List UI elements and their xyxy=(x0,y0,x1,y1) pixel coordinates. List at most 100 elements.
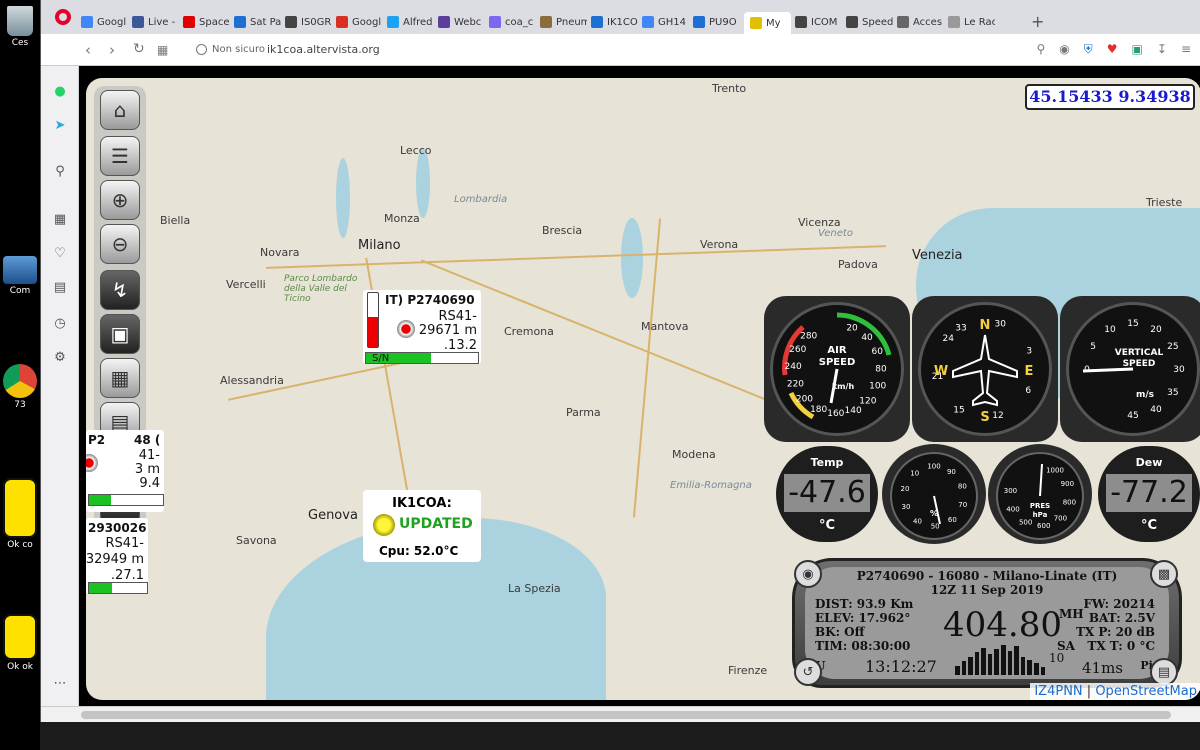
speed-dial-icon[interactable]: ▦ xyxy=(51,212,69,230)
heart-icon[interactable]: ♥ xyxy=(1107,42,1118,57)
balloon-marker-left1[interactable]: P2 48 ( 41- 3 m 9.4 xyxy=(86,430,164,512)
tab-7[interactable]: Webc xyxy=(438,12,485,32)
profile-button[interactable]: ▣ xyxy=(100,314,140,354)
home-button[interactable]: ⌂ xyxy=(100,90,140,130)
station-status-box[interactable]: IK1COA: UPDATED Cpu: 52.0°C xyxy=(363,490,481,562)
balloon-marker-left2[interactable]: 2930026 RS41- 32949 m .27.1 xyxy=(86,518,148,594)
desktop-item-chrome[interactable]: 73 xyxy=(2,364,38,410)
airspeed-tick: 40 xyxy=(861,333,873,343)
humidity-tick: 70 xyxy=(958,501,967,509)
tab-10[interactable]: IK1CO xyxy=(591,12,638,32)
tab-14[interactable]: ICOM xyxy=(795,12,842,32)
tab-12[interactable]: PU9O xyxy=(693,12,740,32)
menu-icon[interactable]: ≡ xyxy=(1181,42,1191,57)
tab-favicon-icon xyxy=(948,16,960,28)
map[interactable]: Trento Lecco Biella Monza Milano Novara … xyxy=(86,78,1200,700)
lake-garda xyxy=(621,218,643,298)
tab-label: GH14 xyxy=(658,16,686,28)
extension-icon[interactable]: ▣ xyxy=(1132,42,1143,57)
bookmarks-icon[interactable]: ♡ xyxy=(51,246,69,264)
heading-tick: 30 xyxy=(995,319,1007,329)
tab-3[interactable]: Sat Pa xyxy=(234,12,281,32)
locate-button[interactable]: ◉ xyxy=(794,560,822,588)
tab-8[interactable]: coa_c xyxy=(489,12,536,32)
reload-icon[interactable]: ↻ xyxy=(133,41,145,57)
history-icon[interactable]: ◷ xyxy=(51,316,69,334)
tab-label: Webc xyxy=(454,16,482,28)
tab-favicon-icon xyxy=(183,16,195,28)
tab-0[interactable]: Googl xyxy=(81,12,128,32)
settings-icon[interactable]: ⚙ xyxy=(51,350,69,368)
camera-icon[interactable]: ◉ xyxy=(1059,42,1069,57)
desktop-item-recycle-bin[interactable]: Ces xyxy=(2,6,38,48)
desktop-item-computer[interactable]: Com xyxy=(2,256,38,296)
tab-16[interactable]: Acces xyxy=(897,12,944,32)
logout-button[interactable]: ↺ xyxy=(794,658,822,686)
tab-favicon-icon xyxy=(234,16,246,28)
tab-5[interactable]: Googl xyxy=(336,12,383,32)
chart-button[interactable]: ▩ xyxy=(1150,560,1178,588)
airspeed-tick: 100 xyxy=(869,382,886,392)
telegram-icon[interactable]: ➤ xyxy=(51,118,69,136)
vspeed-label: VERTICAL xyxy=(1115,348,1164,358)
elevation-value: ELEV: 17.962° xyxy=(815,611,911,625)
scrollbar-thumb[interactable] xyxy=(81,711,1171,719)
tab-label: PU9O xyxy=(709,16,737,28)
airspeed-dial-svg: 2040 60 80 100 120140160180200 220 240 260 280 AI… xyxy=(782,312,892,420)
desktop-item-label: Ok co xyxy=(7,540,33,550)
attribution-source[interactable]: OpenStreetMap xyxy=(1095,684,1197,699)
download-icon[interactable]: ↧ xyxy=(1157,42,1167,57)
pressure-label: PRES xyxy=(1030,502,1050,510)
tab-1[interactable]: Live - xyxy=(132,12,179,32)
search-icon[interactable]: ⚲ xyxy=(51,164,69,182)
layers-button[interactable]: ☰ xyxy=(100,136,140,176)
tab-favicon-icon xyxy=(750,17,762,29)
airspeed-gauge: 20 40 60 80 100 120 140 160 180 200 220 240 260 280 AI… xyxy=(764,296,910,442)
route-button[interactable]: ↯ xyxy=(100,270,140,310)
tab-label: coa_c xyxy=(505,16,534,28)
tx-temp-value: TX T: 0 °C xyxy=(1087,639,1155,653)
zoom-icon[interactable]: ⚲ xyxy=(1036,42,1045,57)
tab-15[interactable]: Speed xyxy=(846,12,893,32)
tab-favicon-icon xyxy=(846,16,858,28)
document-button[interactable]: ▤ xyxy=(1150,658,1178,686)
thumbs-up-icon xyxy=(3,478,37,538)
whatsapp-icon[interactable]: ● xyxy=(51,84,69,102)
city-label: Savona xyxy=(236,534,277,547)
opera-logo-icon[interactable] xyxy=(55,9,71,25)
news-icon[interactable]: ▤ xyxy=(51,280,69,298)
attribution-separator: | xyxy=(1086,684,1092,699)
heading-dial: 33 30 3 6 12 15 21 24 N E S W xyxy=(918,302,1052,436)
vspeed-tick: 15 xyxy=(1127,319,1138,329)
zoom-in-button[interactable]: ⊕ xyxy=(100,180,140,220)
horizontal-scrollbar[interactable] xyxy=(41,706,1200,722)
airspeed-tick: 140 xyxy=(845,406,862,416)
url-field[interactable]: ik1coa.altervista.org xyxy=(267,43,380,56)
signal-bar xyxy=(968,657,973,675)
speed-dial-icon[interactable]: ▦ xyxy=(157,43,168,57)
pressure-tick: 300 xyxy=(1004,487,1017,495)
balloon-marker-main[interactable]: IT) P2740690 RS41- 29671 m .13.2 S/N xyxy=(363,290,481,364)
back-icon[interactable]: ‹ xyxy=(85,41,91,59)
vspeed-needle xyxy=(1082,367,1134,373)
desktop-item-ok-ok[interactable]: Ok ok xyxy=(2,614,38,672)
tab-11[interactable]: GH14 xyxy=(642,12,689,32)
more-icon[interactable]: ⋯ xyxy=(51,676,69,694)
zoom-out-button[interactable]: ⊖ xyxy=(100,224,140,264)
tab-6[interactable]: Alfred xyxy=(387,12,434,32)
desktop-item-ok-co[interactable]: Ok co xyxy=(2,478,38,550)
tab-2[interactable]: Space xyxy=(183,12,230,32)
shield-icon[interactable]: ⛨ xyxy=(1084,42,1093,57)
tab-4[interactable]: IS0GR xyxy=(285,12,332,32)
forward-icon[interactable]: › xyxy=(109,41,115,59)
vspeed-unit: m/s xyxy=(1136,390,1154,400)
new-tab-button[interactable]: + xyxy=(1031,12,1044,31)
lake-como xyxy=(416,148,430,218)
tab-13[interactable]: My xyxy=(744,12,791,34)
security-indicator[interactable]: Non sicuro xyxy=(196,44,265,55)
ruler-button[interactable]: ▦ xyxy=(100,358,140,398)
tab-9[interactable]: Pneum xyxy=(540,12,587,32)
attribution-author[interactable]: IZ4PNN xyxy=(1034,684,1082,699)
tab-17[interactable]: Le Rac xyxy=(948,12,995,32)
vertical-speed-dial-svg: 051015202530354045VERTICALSPEEDm/s xyxy=(1082,319,1185,421)
